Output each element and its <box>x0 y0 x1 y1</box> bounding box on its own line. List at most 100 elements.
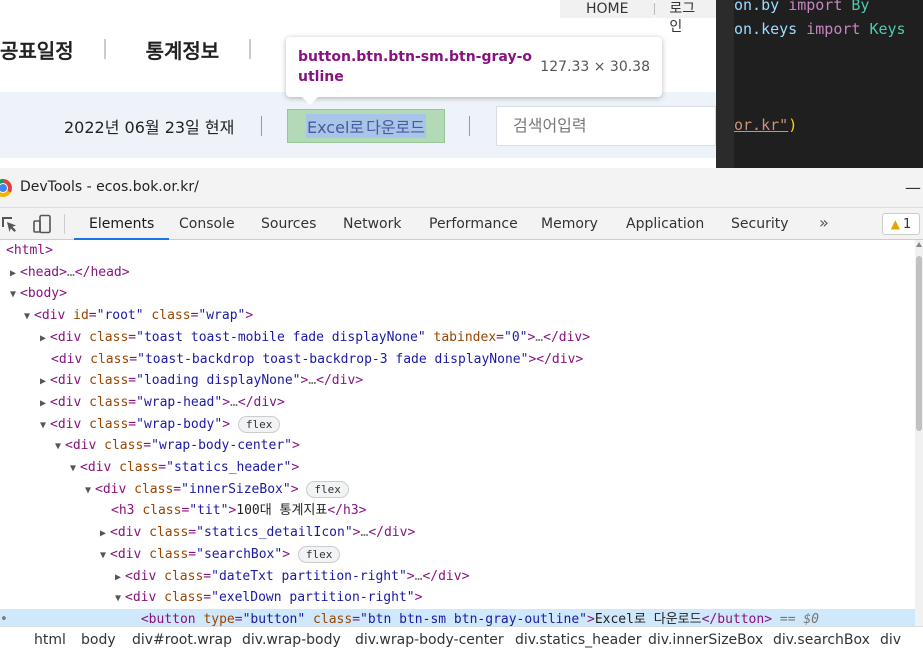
breadcrumb-item[interactable]: div#root.wrap <box>132 632 232 648</box>
breadcrumb-item[interactable]: div <box>880 632 901 648</box>
top-nav: HOME 로그인 <box>560 0 716 35</box>
excel-download-button[interactable]: Excel로 다운로드 <box>287 109 445 143</box>
code-line: on.by import By <box>734 0 869 14</box>
dom-scrollbar[interactable] <box>915 240 923 626</box>
dom-tag: head <box>27 264 60 280</box>
toolbar-divider <box>64 214 65 234</box>
devtools-window: DevTools - ecos.bok.or.kr/ — Elements Co… <box>0 168 923 655</box>
code-keyword: import <box>806 20 861 38</box>
expand-arrow-icon[interactable]: ▶ <box>10 263 20 284</box>
screen: HOME 로그인 공표일정 통계정보 2022년 06월 23일 현재 Exce… <box>0 0 923 655</box>
breadcrumb-item[interactable]: body <box>81 632 116 648</box>
expand-arrow-icon[interactable]: ▶ <box>40 328 50 349</box>
code-type: Keys <box>860 20 906 38</box>
breadcrumb-item[interactable]: div.statics_header <box>515 632 641 648</box>
breadcrumb-item[interactable]: div.wrap-body-center <box>355 632 504 648</box>
menu-divider <box>249 39 252 59</box>
scroll-up-icon[interactable] <box>916 242 922 247</box>
attr-name: tabindex <box>433 329 497 345</box>
web-page: HOME 로그인 공표일정 통계정보 2022년 06월 23일 현재 Exce… <box>0 0 716 168</box>
search-input[interactable]: 검색어입력 <box>496 106 716 146</box>
code-token: on.by <box>734 0 789 14</box>
login-link[interactable]: 로그인 <box>655 0 716 35</box>
partition-divider <box>469 116 470 136</box>
collapse-arrow-icon[interactable]: ▼ <box>85 480 95 501</box>
tab-console[interactable]: Console <box>164 208 250 240</box>
tab-network[interactable]: Network <box>328 208 416 240</box>
dom-node[interactable]: ▼ <body> <box>0 283 915 305</box>
collapse-arrow-icon[interactable]: ▼ <box>40 415 50 436</box>
tab-performance[interactable]: Performance <box>414 208 533 240</box>
dom-node[interactable]: <html> <box>0 240 915 262</box>
dom-node[interactable]: ▶ <head>…</head> <box>0 262 915 284</box>
tab-elements[interactable]: Elements <box>74 208 170 240</box>
collapse-arrow-icon[interactable]: ▼ <box>24 306 34 327</box>
dom-node[interactable]: <h3 class="tit">100대 통계지표</h3> <box>0 500 915 522</box>
dom-tag: body <box>27 286 60 302</box>
warnings-counter[interactable]: ▲ 1 <box>882 213 920 235</box>
dom-node[interactable]: ▼ <div id="root" class="wrap"> <box>0 305 915 327</box>
collapse-arrow-icon[interactable]: ▼ <box>100 545 110 566</box>
scroll-thumb[interactable] <box>916 256 922 431</box>
expand-arrow-icon[interactable]: ▶ <box>40 393 50 414</box>
collapse-arrow-icon[interactable]: ▼ <box>115 588 125 609</box>
dom-node[interactable]: <div class="toast-backdrop toast-backdro… <box>0 349 915 371</box>
minimize-icon[interactable]: — <box>905 178 921 197</box>
dom-node[interactable]: ▶ <div class="loading displayNone">…</div… <box>0 370 915 392</box>
attr-value: toast toast-mobile fade displayNone <box>143 329 418 345</box>
dom-node[interactable]: ▶ <div class="statics_detailIcon">…</div> <box>0 522 915 544</box>
attr-value: tit <box>197 503 221 519</box>
attr-value: btn btn-sm btn-gray-outline <box>367 611 580 626</box>
excel-button-label-selected: Excel로 <box>306 114 366 138</box>
devtools-title: DevTools - ecos.bok.or.kr/ <box>20 179 199 195</box>
attr-value: loading displayNone <box>143 373 293 389</box>
dom-node[interactable]: ▼ <div class="innerSizeBox"> flex <box>0 479 915 501</box>
menu-schedule[interactable]: 공표일정 <box>0 35 74 64</box>
flex-badge[interactable]: flex <box>297 545 341 563</box>
attr-value: wrap <box>206 308 238 324</box>
breadcrumb-item[interactable]: div.wrap-body <box>242 632 341 648</box>
devtools-titlebar: DevTools - ecos.bok.or.kr/ — <box>0 168 923 208</box>
dom-node-selected[interactable]: • <button type="button" class="btn btn-sm… <box>0 608 915 626</box>
expand-arrow-icon[interactable]: ▶ <box>40 371 50 392</box>
inspect-element-icon[interactable] <box>0 215 18 233</box>
more-tabs-icon[interactable]: » <box>819 208 829 238</box>
home-link[interactable]: HOME <box>560 0 655 18</box>
menu-statistics[interactable]: 통계정보 <box>146 35 220 64</box>
dom-node[interactable]: ▼ <div class="wrap-body"> flex <box>0 414 915 436</box>
breadcrumb-item[interactable]: div.innerSizeBox <box>648 632 763 648</box>
attr-value: dateTxt partition-right <box>218 568 399 584</box>
attr-value: button <box>250 611 298 626</box>
collapse-arrow-icon[interactable]: ▼ <box>55 436 65 457</box>
dom-node[interactable]: ▶ <div class="wrap-head">…</div> <box>0 392 915 414</box>
expand-arrow-icon[interactable]: ▶ <box>115 567 125 588</box>
editor-gutter <box>716 0 734 168</box>
flex-badge[interactable]: flex <box>306 480 349 498</box>
tooltip-selector: button.btn.btn-sm.btn-gray-outline <box>298 49 532 85</box>
device-toolbar-icon[interactable] <box>32 214 52 234</box>
code-line: on.keys import Keys <box>734 20 906 38</box>
attr-value: innerSizeBox <box>188 481 283 497</box>
flex-badge[interactable]: flex <box>237 415 281 433</box>
dom-node[interactable]: ▶ <div class="dateTxt partition-right">…<… <box>0 566 915 588</box>
dom-node[interactable]: ▶ <div class="toast toast-mobile fade dis… <box>0 327 915 349</box>
dom-node[interactable]: ▼ <div class="exelDown partition-right"> <box>0 587 915 609</box>
chrome-icon <box>0 179 12 197</box>
menu-divider <box>103 39 106 59</box>
attr-value: statics_detailIcon <box>203 525 345 541</box>
tab-security[interactable]: Security <box>716 208 804 240</box>
breadcrumb-item[interactable]: html <box>34 632 66 648</box>
collapse-arrow-icon[interactable]: ▼ <box>10 284 20 305</box>
tab-memory[interactable]: Memory <box>526 208 613 240</box>
dom-node[interactable]: ▼ <div class="searchBox"> flex <box>0 544 915 566</box>
dom-node[interactable]: ▼ <div class="wrap-body-center"> <box>0 435 915 457</box>
breadcrumb-item[interactable]: div.searchBox <box>773 632 870 648</box>
tooltip-dimensions: 127.33 × 30.38 <box>540 59 650 75</box>
code-bracket: ) <box>788 116 798 134</box>
collapse-arrow-icon[interactable]: ▼ <box>70 458 80 479</box>
expand-arrow-icon[interactable]: ▶ <box>100 523 110 544</box>
dom-node[interactable]: ▼ <div class="statics_header"> <box>0 457 915 479</box>
collapsed-ellipsis[interactable]: … <box>67 265 75 280</box>
tab-sources[interactable]: Sources <box>246 208 331 240</box>
tab-application[interactable]: Application <box>611 208 719 240</box>
